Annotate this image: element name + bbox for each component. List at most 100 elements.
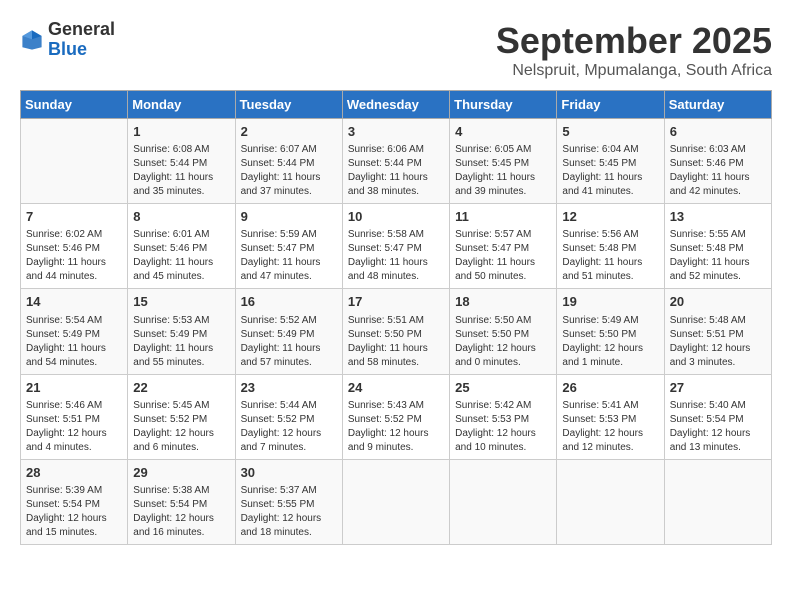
weekday-header-monday: Monday xyxy=(128,91,235,119)
calendar-table: SundayMondayTuesdayWednesdayThursdayFrid… xyxy=(20,90,772,545)
day-number: 4 xyxy=(455,123,551,141)
day-number: 19 xyxy=(562,293,658,311)
day-number: 13 xyxy=(670,208,766,226)
calendar-cell: 7Sunrise: 6:02 AMSunset: 5:46 PMDaylight… xyxy=(21,204,128,289)
location-subtitle: Nelspruit, Mpumalanga, South Africa xyxy=(496,62,772,80)
month-title: September 2025 xyxy=(496,20,772,62)
day-info: Sunrise: 5:43 AMSunset: 5:52 PMDaylight:… xyxy=(348,399,444,455)
day-info: Sunrise: 6:05 AMSunset: 5:45 PMDaylight:… xyxy=(455,143,551,199)
calendar-cell: 14 Sunrise: 5:54 AMSunset: 5:49 PMDayligh… xyxy=(21,289,128,374)
calendar-cell: 3Sunrise: 6:06 AMSunset: 5:44 PMDaylight… xyxy=(342,119,449,204)
day-number: 11 xyxy=(455,208,551,226)
day-number: 2 xyxy=(241,123,337,141)
weekday-header-row: SundayMondayTuesdayWednesdayThursdayFrid… xyxy=(21,91,772,119)
day-info: Sunrise: 5:55 AMSunset: 5:48 PMDaylight:… xyxy=(670,228,766,284)
day-info: Sunrise: 6:01 AMSunset: 5:46 PMDaylight:… xyxy=(133,228,229,284)
day-number: 6 xyxy=(670,123,766,141)
day-info: Sunrise: 5:57 AMSunset: 5:47 PMDaylight:… xyxy=(455,228,551,284)
calendar-cell: 5 Sunrise: 6:04 AMSunset: 5:45 PMDaylight… xyxy=(557,119,664,204)
day-info: Sunrise: 5:40 AMSunset: 5:54 PMDaylight:… xyxy=(670,399,766,455)
calendar-cell: 11 Sunrise: 5:57 AMSunset: 5:47 PMDayligh… xyxy=(450,204,557,289)
day-info: Sunrise: 6:06 AMSunset: 5:44 PMDaylight:… xyxy=(348,143,444,199)
day-number: 5 xyxy=(562,123,658,141)
week-row-5: 28Sunrise: 5:39 AMSunset: 5:54 PMDayligh… xyxy=(21,459,772,544)
day-number: 14 xyxy=(26,293,122,311)
day-number: 15 xyxy=(133,293,229,311)
calendar-cell: 26 Sunrise: 5:41 AMSunset: 5:53 PMDayligh… xyxy=(557,374,664,459)
calendar-cell: 16 Sunrise: 5:52 AMSunset: 5:49 PMDayligh… xyxy=(235,289,342,374)
calendar-cell: 28Sunrise: 5:39 AMSunset: 5:54 PMDayligh… xyxy=(21,459,128,544)
day-info: Sunrise: 6:03 AMSunset: 5:46 PMDaylight:… xyxy=(670,143,766,199)
day-info: Sunrise: 6:07 AMSunset: 5:44 PMDaylight:… xyxy=(241,143,337,199)
calendar-cell: 22Sunrise: 5:45 AMSunset: 5:52 PMDayligh… xyxy=(128,374,235,459)
day-info: Sunrise: 6:04 AMSunset: 5:45 PMDaylight:… xyxy=(562,143,658,199)
day-number: 25 xyxy=(455,379,551,397)
day-info: Sunrise: 5:42 AMSunset: 5:53 PMDaylight:… xyxy=(455,399,551,455)
day-info: Sunrise: 5:51 AMSunset: 5:50 PMDaylight:… xyxy=(348,314,444,370)
day-number: 28 xyxy=(26,464,122,482)
day-info: Sunrise: 5:48 AMSunset: 5:51 PMDaylight:… xyxy=(670,314,766,370)
day-info: Sunrise: 5:59 AMSunset: 5:47 PMDaylight:… xyxy=(241,228,337,284)
week-row-3: 14 Sunrise: 5:54 AMSunset: 5:49 PMDayligh… xyxy=(21,289,772,374)
week-row-2: 7Sunrise: 6:02 AMSunset: 5:46 PMDaylight… xyxy=(21,204,772,289)
calendar-cell: 10 Sunrise: 5:58 AMSunset: 5:47 PMDayligh… xyxy=(342,204,449,289)
day-number: 20 xyxy=(670,293,766,311)
day-number: 29 xyxy=(133,464,229,482)
calendar-cell: 27Sunrise: 5:40 AMSunset: 5:54 PMDayligh… xyxy=(664,374,771,459)
day-number: 17 xyxy=(348,293,444,311)
calendar-cell: 19 Sunrise: 5:49 AMSunset: 5:50 PMDayligh… xyxy=(557,289,664,374)
day-number: 18 xyxy=(455,293,551,311)
day-info: Sunrise: 6:02 AMSunset: 5:46 PMDaylight:… xyxy=(26,228,122,284)
logo-icon xyxy=(20,28,44,52)
calendar-cell: 30 Sunrise: 5:37 AMSunset: 5:55 PMDayligh… xyxy=(235,459,342,544)
day-number: 8 xyxy=(133,208,229,226)
calendar-cell: 2 Sunrise: 6:07 AMSunset: 5:44 PMDaylight… xyxy=(235,119,342,204)
logo-text: General Blue xyxy=(48,20,115,60)
calendar-cell: 24Sunrise: 5:43 AMSunset: 5:52 PMDayligh… xyxy=(342,374,449,459)
calendar-cell: 21Sunrise: 5:46 AMSunset: 5:51 PMDayligh… xyxy=(21,374,128,459)
day-info: Sunrise: 6:08 AMSunset: 5:44 PMDaylight:… xyxy=(133,143,229,199)
day-number: 30 xyxy=(241,464,337,482)
day-number: 23 xyxy=(241,379,337,397)
calendar-cell: 13 Sunrise: 5:55 AMSunset: 5:48 PMDayligh… xyxy=(664,204,771,289)
day-number: 16 xyxy=(241,293,337,311)
calendar-cell: 29 Sunrise: 5:38 AMSunset: 5:54 PMDayligh… xyxy=(128,459,235,544)
day-info: Sunrise: 5:46 AMSunset: 5:51 PMDaylight:… xyxy=(26,399,122,455)
day-info: Sunrise: 5:53 AMSunset: 5:49 PMDaylight:… xyxy=(133,314,229,370)
calendar-cell: 18Sunrise: 5:50 AMSunset: 5:50 PMDayligh… xyxy=(450,289,557,374)
logo-blue-text: Blue xyxy=(48,39,87,59)
weekday-header-wednesday: Wednesday xyxy=(342,91,449,119)
calendar-cell: 12 Sunrise: 5:56 AMSunset: 5:48 PMDayligh… xyxy=(557,204,664,289)
day-info: Sunrise: 5:41 AMSunset: 5:53 PMDaylight:… xyxy=(562,399,658,455)
day-info: Sunrise: 5:44 AMSunset: 5:52 PMDaylight:… xyxy=(241,399,337,455)
day-info: Sunrise: 5:38 AMSunset: 5:54 PMDaylight:… xyxy=(133,484,229,540)
weekday-header-thursday: Thursday xyxy=(450,91,557,119)
calendar-cell xyxy=(450,459,557,544)
calendar-cell: 1 Sunrise: 6:08 AMSunset: 5:44 PMDaylight… xyxy=(128,119,235,204)
day-number: 22 xyxy=(133,379,229,397)
calendar-cell xyxy=(342,459,449,544)
logo-general-text: General xyxy=(48,19,115,39)
logo: General Blue xyxy=(20,20,115,60)
calendar-cell: 23 Sunrise: 5:44 AMSunset: 5:52 PMDayligh… xyxy=(235,374,342,459)
calendar-cell xyxy=(664,459,771,544)
day-number: 9 xyxy=(241,208,337,226)
weekday-header-sunday: Sunday xyxy=(21,91,128,119)
day-info: Sunrise: 5:37 AMSunset: 5:55 PMDaylight:… xyxy=(241,484,337,540)
week-row-1: 1 Sunrise: 6:08 AMSunset: 5:44 PMDaylight… xyxy=(21,119,772,204)
day-info: Sunrise: 5:56 AMSunset: 5:48 PMDaylight:… xyxy=(562,228,658,284)
page-header: General Blue September 2025 Nelspruit, M… xyxy=(20,20,772,80)
calendar-cell: 20 Sunrise: 5:48 AMSunset: 5:51 PMDayligh… xyxy=(664,289,771,374)
weekday-header-friday: Friday xyxy=(557,91,664,119)
day-info: Sunrise: 5:49 AMSunset: 5:50 PMDaylight:… xyxy=(562,314,658,370)
day-info: Sunrise: 5:52 AMSunset: 5:49 PMDaylight:… xyxy=(241,314,337,370)
day-number: 26 xyxy=(562,379,658,397)
day-number: 1 xyxy=(133,123,229,141)
day-number: 12 xyxy=(562,208,658,226)
day-number: 10 xyxy=(348,208,444,226)
calendar-cell: 4 Sunrise: 6:05 AMSunset: 5:45 PMDaylight… xyxy=(450,119,557,204)
calendar-cell: 15 Sunrise: 5:53 AMSunset: 5:49 PMDayligh… xyxy=(128,289,235,374)
day-info: Sunrise: 5:58 AMSunset: 5:47 PMDaylight:… xyxy=(348,228,444,284)
day-info: Sunrise: 5:54 AMSunset: 5:49 PMDaylight:… xyxy=(26,314,122,370)
title-block: September 2025 Nelspruit, Mpumalanga, So… xyxy=(496,20,772,80)
